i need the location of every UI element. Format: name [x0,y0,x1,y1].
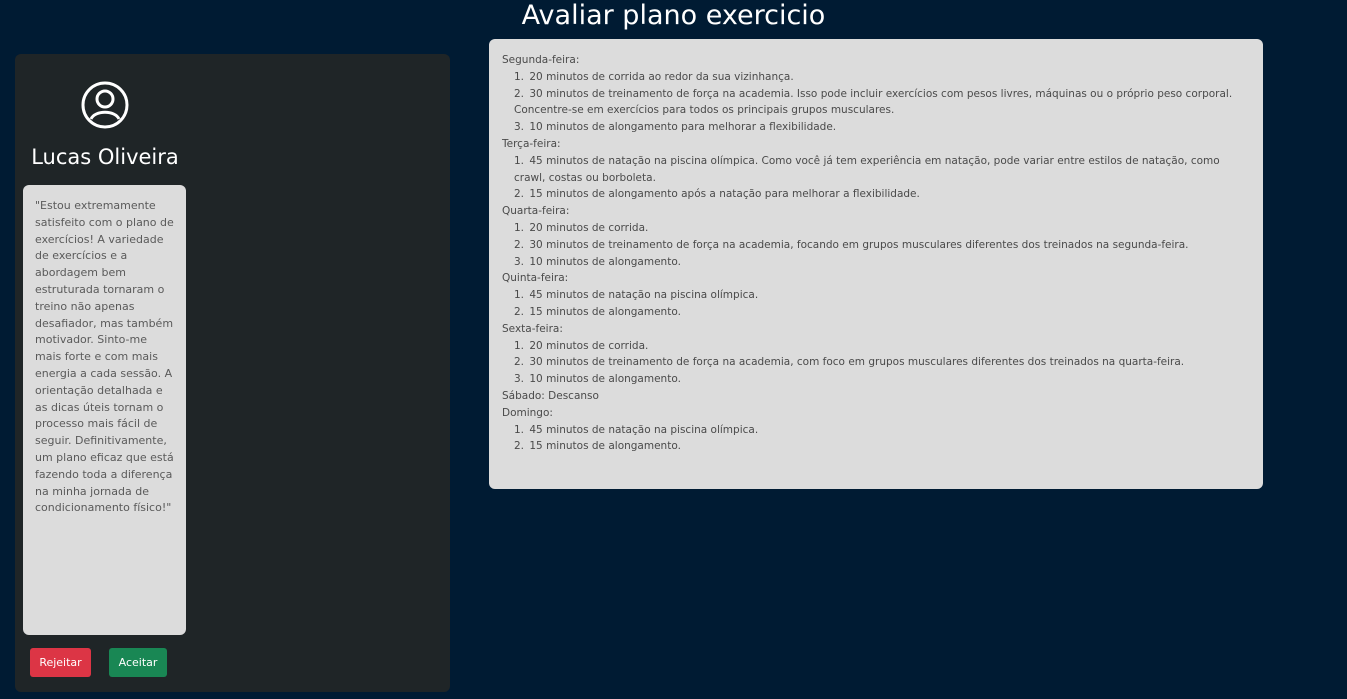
plan-item: 3. 10 minutos de alongamento para melhor… [502,119,1245,136]
plan-item-number: 2. [514,87,525,100]
plan-item: 3. 10 minutos de alongamento. [502,371,1245,388]
plan-item-number: 2. [514,440,525,453]
plan-item-number: 1. [514,289,525,302]
plan-day-name: Sábado: Descanso [502,389,599,402]
reject-button[interactable]: Rejeitar [30,648,91,677]
plan-item-number: 1. [514,221,525,234]
plan-item-number: 2. [514,356,525,369]
plan-item-number: 1. [514,154,525,167]
plan-item-text: 10 minutos de alongamento para melhorar … [529,121,837,134]
plan-item-text: 15 minutos de alongamento. [529,305,681,318]
profile-panel: Lucas Oliveira "Estou extremamente satis… [15,54,450,692]
plan-item-number: 3. [514,121,525,134]
plan-item-text: 45 minutos de natação na piscina olímpic… [529,423,759,436]
plan-item: 2. 30 minutos de treinamento de força na… [502,86,1245,120]
plan-item-text: 10 minutos de alongamento. [529,255,681,268]
plan-item-text: 45 minutos de natação na piscina olímpic… [514,154,1220,184]
plan-item: 1. 20 minutos de corrida ao redor da sua… [502,69,1245,86]
plan-item-text: 45 minutos de natação na piscina olímpic… [529,289,759,302]
plan-item: 1. 45 minutos de natação na piscina olím… [502,287,1245,304]
plan-item-number: 2. [514,238,525,251]
plan-item-text: 30 minutos de treinamento de força na ac… [529,356,1185,369]
plan-item-text: 30 minutos de treinamento de força na ac… [514,87,1233,117]
plan-item-text: 20 minutos de corrida. [529,339,649,352]
plan-item: 2. 30 minutos de treinamento de força na… [502,354,1245,371]
plan-item-text: 20 minutos de corrida. [529,221,649,234]
plan-item-text: 20 minutos de corrida ao redor da sua vi… [529,70,794,83]
plan-item-number: 1. [514,423,525,436]
user-name: Lucas Oliveira [31,145,179,169]
plan-day-name: Sexta-feira: [502,322,563,335]
plan-item: 2. 15 minutos de alongamento. [502,438,1245,455]
plan-day-name: Domingo: [502,406,553,419]
plan-item-number: 1. [514,339,525,352]
plan-item-text: 15 minutos de alongamento. [529,440,681,453]
plan-item: 1. 20 minutos de corrida. [502,338,1245,355]
plan-item: 1. 20 minutos de corrida. [502,220,1245,237]
plan-day-name: Quinta-feira: [502,272,569,285]
plan-item: 1. 45 minutos de natação na piscina olím… [502,422,1245,439]
plan-day-name: Terça-feira: [502,137,561,150]
accept-button[interactable]: Aceitar [109,648,167,677]
page-title: Avaliar plano exercicio [521,0,826,31]
plan-item-number: 3. [514,255,525,268]
plan-item-text: 30 minutos de treinamento de força na ac… [529,238,1189,251]
plan-day-name: Quarta-feira: [502,205,570,218]
plan-item: 2. 30 minutos de treinamento de força na… [502,237,1245,254]
plan-item: 2. 15 minutos de alongamento. [502,304,1245,321]
plan-day-name: Segunda-feira: [502,54,580,66]
plan-item-number: 2. [514,305,525,318]
plan-item-number: 3. [514,373,525,386]
plan-item: 1. 45 minutos de natação na piscina olím… [502,153,1245,187]
plan-item: 3. 10 minutos de alongamento. [502,254,1245,271]
plan-item-text: 15 minutos de alongamento após a natação… [529,188,920,201]
plan-item: 2. 15 minutos de alongamento após a nata… [502,186,1245,203]
plan-item-number: 1. [514,70,525,83]
feedback-comment: "Estou extremamente satisfeito com o pla… [23,185,186,635]
user-circle-icon [81,81,129,129]
exercise-plan: Segunda-feira: 1. 20 minutos de corrida a… [489,39,1263,489]
plan-item-text: 10 minutos de alongamento. [529,373,681,386]
plan-item-number: 2. [514,188,525,201]
